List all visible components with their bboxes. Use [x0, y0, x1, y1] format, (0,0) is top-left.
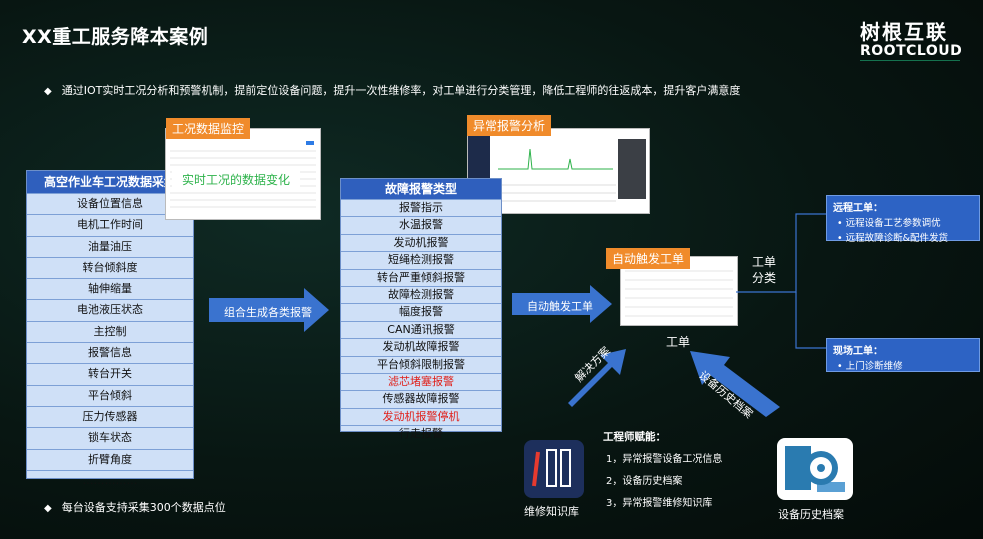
list-item: 幅度报警 [341, 303, 501, 320]
page-title: XX重工服务降本案例 [22, 26, 209, 48]
footer-bullet: ◆ 每台设备支持采集300个数据点位 [44, 499, 226, 515]
engineer-item: 1，异常报警设备工况信息 [606, 454, 723, 465]
logo-en: ROOTCLOUD [860, 43, 963, 59]
list-item: 油量油压 [27, 235, 193, 257]
logo-underline [860, 60, 960, 61]
card-list-item: • 上门诊断维修 [837, 358, 979, 372]
monitor-overlay-text: 实时工况的数据变化 [172, 167, 301, 192]
list-item: 短绳检测报警 [341, 251, 501, 268]
card-list-text: 上门诊断维修 [845, 361, 903, 372]
list-item: 电池液压状态 [27, 299, 193, 320]
intro-text: 通过IOT实时工况分析和预警机制，提前定位设备问题，提升一次性维修率，对工单进行… [61, 84, 741, 97]
list-item: 报警指示 [341, 199, 501, 216]
engineer-title: 工程师赋能： [603, 431, 666, 443]
list-item: 压力传感器 [27, 405, 193, 427]
list-item: 报警信息 [27, 342, 193, 363]
list-item: 平台倾斜限制报警 [341, 355, 501, 373]
list-item: 轴伸缩量 [27, 278, 193, 299]
onsite-workorder-card: 现场工单： • 上门诊断维修 [826, 338, 980, 372]
list-item: 平台倾斜 [27, 384, 193, 406]
list-item: 转台开关 [27, 363, 193, 384]
list-item: 锁车状态 [27, 427, 193, 448]
diamond-bullet-icon: ◆ [44, 86, 52, 97]
alarm-type-title: 故障报警类型 [341, 179, 501, 199]
list-item: 发动机报警停机 [341, 407, 501, 425]
list-item: 滤芯堵塞报警 [341, 372, 501, 390]
alarm-tag: 异常报警分析 [467, 115, 552, 136]
list-item: 故障检测报警 [341, 285, 501, 303]
history-label: 设备历史档案 [778, 508, 844, 521]
list-item: 水温报警 [341, 216, 501, 233]
list-item: 主控制 [27, 320, 193, 342]
engineer-item: 2，设备历史档案 [606, 476, 683, 487]
list-item: 传感器故障报警 [341, 390, 501, 407]
engineer-item: 3，异常报警维修知识库 [606, 498, 713, 509]
combine-arrow-label: 组合生成各类报警 [224, 306, 312, 319]
workorder-label: 工单 [666, 335, 691, 349]
diamond-bullet-icon: ◆ [44, 503, 52, 514]
monitor-tag: 工况数据监控 [166, 118, 251, 139]
list-item: 转台倾斜度 [27, 256, 193, 278]
book-shelf-icon [524, 440, 584, 498]
list-item: 转台严重倾斜报警 [341, 268, 501, 286]
truck-wheel-icon [777, 438, 853, 500]
list-item: 折臂角度 [27, 448, 193, 470]
card-list-item: • 远程设备工艺参数调优 [837, 215, 979, 229]
list-item: 行走报警 [341, 425, 501, 442]
onsite-title: 现场工单： [833, 346, 883, 357]
bullet-dot-icon: • [837, 218, 846, 229]
auto-trigger-arrow-label: 自动触发工单 [527, 300, 593, 313]
remote-workorder-card: 远程工单： • 远程设备工艺参数调优 • 远程故障诊断&配件发货 [826, 195, 980, 244]
list-item: 发动机报警 [341, 233, 501, 251]
footer-text: 每台设备支持采集300个数据点位 [61, 501, 226, 514]
card-list-text: 远程故障诊断&配件发货 [845, 233, 949, 244]
kb-label: 维修知识库 [524, 505, 579, 518]
branch-connector [736, 210, 836, 352]
alarm-type-list: 故障报警类型 报警指示 水温报警 发动机报警 短绳检测报警 转台严重倾斜报警 故障检测报警… [340, 178, 502, 440]
logo-cn: 树根互联 [860, 20, 948, 44]
list-item: …………… [27, 469, 193, 491]
bullet-dot-icon: • [837, 233, 846, 244]
remote-title: 远程工单： [833, 203, 883, 214]
card-list-text: 远程设备工艺参数调优 [845, 218, 941, 229]
auto-workorder-tag: 自动触发工单 [606, 248, 691, 269]
list-item: CAN通讯报警 [341, 320, 501, 338]
card-list-item: • 远程故障诊断&配件发货 [837, 230, 979, 244]
intro-bullet: ◆ 通过IOT实时工况分析和预警机制，提前定位设备问题，提升一次性维修率，对工单进… [44, 82, 740, 98]
list-item: 发动机故障报警 [341, 338, 501, 355]
bullet-dot-icon: • [837, 361, 846, 372]
